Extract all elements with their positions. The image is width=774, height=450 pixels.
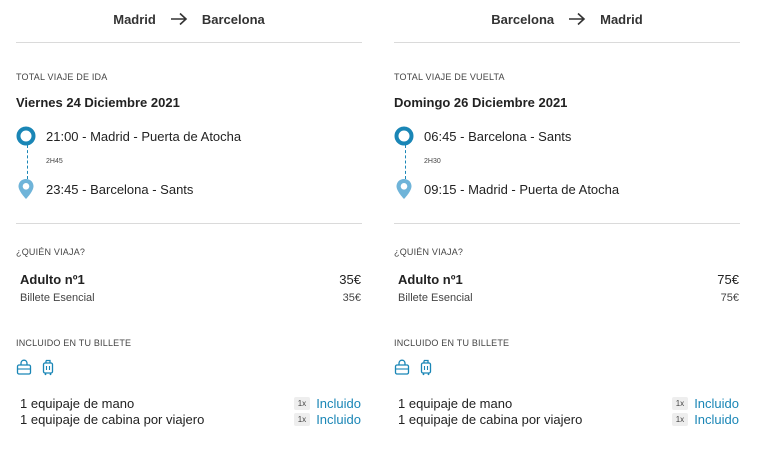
outbound-trip-panel: Madrid Barcelona TOTAL VIAJE DE IDA Vier… <box>16 0 362 450</box>
handbag-icon <box>394 359 410 375</box>
outbound-total-label: TOTAL VIAJE DE IDA <box>16 72 108 82</box>
outbound-included-label: INCLUIDO EN TU BILLETE <box>16 338 132 348</box>
divider <box>16 42 362 43</box>
bag-included-status: Incluido <box>316 412 361 427</box>
bag-description: 1 equipaje de cabina por viajero <box>20 412 205 427</box>
passenger-price: 75€ <box>717 272 739 287</box>
return-departure-text: 06:45 - Barcelona - Sants <box>424 128 572 144</box>
outbound-departure-text: 21:00 - Madrid - Puerta de Atocha <box>46 128 242 144</box>
outbound-date: Viernes 24 Diciembre 2021 <box>16 95 180 110</box>
timeline-line <box>27 145 28 179</box>
timeline-line <box>405 145 406 179</box>
return-luggage-icons <box>394 358 434 376</box>
return-total-label: TOTAL VIAJE DE VUELTA <box>394 72 505 82</box>
ticket-price: 75€ <box>720 292 739 304</box>
divider <box>394 42 740 43</box>
return-duration: 2H30 <box>424 158 441 165</box>
map-pin-icon <box>394 178 414 200</box>
origin-circle-icon <box>16 125 36 147</box>
bag-description: 1 equipaje de mano <box>20 396 135 411</box>
bag-quantity: 1x <box>293 397 311 410</box>
return-trip-panel: Barcelona Madrid TOTAL VIAJE DE VUELTA D… <box>394 0 740 450</box>
bag-quantity: 1x <box>293 413 311 426</box>
return-route-header: Barcelona Madrid <box>394 8 740 30</box>
outbound-destination: Barcelona <box>201 11 265 27</box>
outbound-origin: Madrid <box>113 11 156 27</box>
bag-included-status: Incluido <box>694 396 739 411</box>
arrow-right-icon <box>569 12 586 26</box>
divider <box>394 223 740 224</box>
ticket-type: Billete Esencial <box>20 292 95 304</box>
arrow-right-icon <box>170 12 188 26</box>
outbound-bag-hand: 1 equipaje de mano 1x Incluido <box>20 396 361 411</box>
return-who-label: ¿QUIÉN VIAJA? <box>394 247 464 257</box>
map-pin-icon <box>16 178 36 200</box>
outbound-luggage-icons <box>16 358 56 376</box>
suitcase-icon <box>420 359 432 376</box>
outbound-who-label: ¿QUIÉN VIAJA? <box>16 247 86 257</box>
handbag-icon <box>16 359 32 375</box>
bag-quantity: 1x <box>671 397 689 410</box>
outbound-route-header: Madrid Barcelona <box>16 8 362 30</box>
ticket-type: Billete Esencial <box>398 292 473 304</box>
passenger-name: Adulto nº1 <box>20 272 85 287</box>
ticket-price: 35€ <box>342 292 361 304</box>
return-passenger: Adulto nº1 75€ Billete Esencial 75€ <box>398 272 739 304</box>
divider <box>16 223 362 224</box>
return-departure: 06:45 - Barcelona - Sants <box>394 125 571 147</box>
outbound-arrival: 23:45 - Barcelona - Sants <box>16 178 193 200</box>
outbound-bag-cabin: 1 equipaje de cabina por viajero 1x Incl… <box>20 412 361 427</box>
origin-circle-icon <box>394 125 414 147</box>
return-origin: Barcelona <box>491 11 555 27</box>
passenger-price: 35€ <box>339 272 361 287</box>
return-date: Domingo 26 Diciembre 2021 <box>394 95 568 110</box>
return-arrival-text: 09:15 - Madrid - Puerta de Atocha <box>424 181 620 197</box>
return-bag-cabin: 1 equipaje de cabina por viajero 1x Incl… <box>398 412 739 427</box>
passenger-name: Adulto nº1 <box>398 272 463 287</box>
bag-quantity: 1x <box>671 413 689 426</box>
outbound-departure: 21:00 - Madrid - Puerta de Atocha <box>16 125 241 147</box>
return-bag-hand: 1 equipaje de mano 1x Incluido <box>398 396 739 411</box>
bag-description: 1 equipaje de mano <box>398 396 513 411</box>
return-included-label: INCLUIDO EN TU BILLETE <box>394 338 510 348</box>
bag-included-status: Incluido <box>316 396 361 411</box>
return-destination: Madrid <box>600 11 643 27</box>
outbound-arrival-text: 23:45 - Barcelona - Sants <box>46 181 194 197</box>
outbound-duration: 2H45 <box>46 158 63 165</box>
return-arrival: 09:15 - Madrid - Puerta de Atocha <box>394 178 619 200</box>
bag-included-status: Incluido <box>694 412 739 427</box>
suitcase-icon <box>42 359 54 376</box>
bag-description: 1 equipaje de cabina por viajero <box>398 412 583 427</box>
outbound-passenger: Adulto nº1 35€ Billete Esencial 35€ <box>20 272 361 304</box>
